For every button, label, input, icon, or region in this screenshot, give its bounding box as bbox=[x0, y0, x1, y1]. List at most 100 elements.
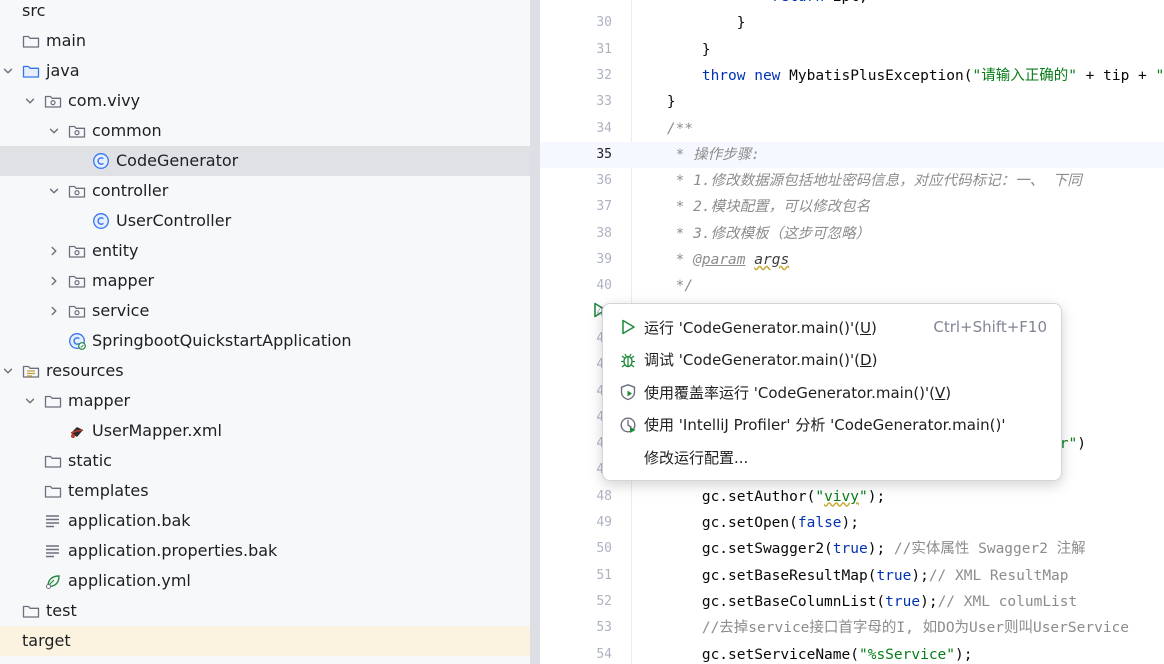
code-line[interactable]: 54 gc.setServiceName("%sService"); bbox=[540, 642, 1164, 664]
code-line[interactable]: 35 * 操作步骤: bbox=[540, 141, 1164, 169]
line-number: 33 bbox=[596, 94, 612, 110]
tree-item[interactable]: controller bbox=[0, 176, 530, 206]
tree-item[interactable]: mapper bbox=[0, 386, 530, 416]
popup-menu-item[interactable]: 使用 'IntelliJ Profiler' 分析 'CodeGenerator… bbox=[603, 409, 1061, 441]
tree-item[interactable]: UserMapper.xml bbox=[0, 416, 530, 446]
run-icon bbox=[618, 317, 638, 337]
text-file-icon bbox=[44, 542, 62, 560]
code-text: gc.setServiceName("%sService"); bbox=[632, 646, 973, 663]
mnemonic-key: U bbox=[860, 318, 871, 337]
popup-menu-item-label: 调试 'CodeGenerator.main()'(D) bbox=[644, 351, 878, 370]
tree-item[interactable]: service bbox=[0, 296, 530, 326]
tree-item-label: common bbox=[92, 121, 162, 140]
tree-item[interactable]: application.bak bbox=[0, 506, 530, 536]
chevron-placeholder bbox=[0, 633, 16, 649]
tree-item[interactable]: target bbox=[0, 626, 530, 656]
chevron-right-icon[interactable] bbox=[46, 303, 62, 319]
tree-item[interactable]: java bbox=[0, 56, 530, 86]
tree-item-label: target bbox=[22, 631, 71, 650]
project-tree[interactable]: src main java com.vivy common CodeGenerator co… bbox=[0, 0, 530, 664]
code-line[interactable]: 38 * 3.修改模板（这步可忽略） bbox=[540, 221, 1164, 247]
tree-item[interactable]: CodeGenerator bbox=[0, 146, 530, 176]
code-line[interactable]: 29 return ipt; bbox=[540, 0, 1164, 10]
tree-item[interactable]: UserController bbox=[0, 206, 530, 236]
chevron-placeholder bbox=[46, 333, 62, 349]
code-line[interactable]: 49 gc.setOpen(false); bbox=[540, 510, 1164, 536]
chevron-down-icon[interactable] bbox=[22, 93, 38, 109]
chevron-placeholder bbox=[22, 483, 38, 499]
line-number: 30 bbox=[596, 15, 612, 31]
tree-item[interactable]: mapper bbox=[0, 266, 530, 296]
folder-icon bbox=[44, 392, 62, 410]
chevron-placeholder bbox=[46, 423, 62, 439]
code-line[interactable]: 36 * 1.修改数据源包括地址密码信息，对应代码标记：一、 下同 bbox=[540, 168, 1164, 194]
chevron-down-icon[interactable] bbox=[46, 123, 62, 139]
chevron-down-icon[interactable] bbox=[0, 63, 16, 79]
package-icon bbox=[68, 302, 86, 320]
panel-splitter[interactable] bbox=[530, 0, 540, 664]
tree-item-label: service bbox=[92, 301, 150, 320]
chevron-down-icon[interactable] bbox=[0, 363, 16, 379]
code-line[interactable]: 31 } bbox=[540, 37, 1164, 63]
debug-icon bbox=[618, 350, 638, 370]
text-file-icon bbox=[44, 512, 62, 530]
package-icon bbox=[68, 122, 86, 140]
code-line[interactable]: 50 gc.setSwagger2(true); //实体属性 Swagger2… bbox=[540, 536, 1164, 562]
code-text: gc.setBaseColumnList(true);// XML columL… bbox=[632, 593, 1078, 610]
tree-item[interactable]: application.properties.bak bbox=[0, 536, 530, 566]
code-line[interactable]: 39 * @param args bbox=[540, 247, 1164, 273]
tree-item[interactable]: application.yml bbox=[0, 566, 530, 596]
popup-menu-item[interactable]: 运行 'CodeGenerator.main()'(U) Ctrl+Shift+F… bbox=[603, 311, 1061, 343]
code-line[interactable]: 52 gc.setBaseColumnList(true);// XML col… bbox=[540, 589, 1164, 615]
chevron-placeholder bbox=[22, 543, 38, 559]
chevron-down-icon[interactable] bbox=[46, 183, 62, 199]
code-line[interactable]: 30 } bbox=[540, 10, 1164, 36]
chevron-right-icon[interactable] bbox=[46, 273, 62, 289]
chevron-down-icon[interactable] bbox=[22, 393, 38, 409]
tree-item-label: test bbox=[46, 601, 77, 620]
line-number: 36 bbox=[596, 173, 612, 189]
tree-item-label: templates bbox=[68, 481, 149, 500]
folder-icon bbox=[22, 32, 40, 50]
code-line[interactable]: 32 throw new MybatisPlusException("请输入正确… bbox=[540, 63, 1164, 89]
tree-item[interactable]: SpringbootQuickstartApplication bbox=[0, 326, 530, 356]
code-line[interactable]: 37 * 2.模块配置，可以修改包名 bbox=[540, 194, 1164, 220]
tree-item-label: resources bbox=[46, 361, 124, 380]
source-folder-icon bbox=[22, 62, 40, 80]
tree-item-label: controller bbox=[92, 181, 169, 200]
package-icon bbox=[68, 242, 86, 260]
chevron-right-icon[interactable] bbox=[46, 243, 62, 259]
code-text: * 2.模块配置，可以修改包名 bbox=[675, 199, 871, 216]
tree-item[interactable]: src bbox=[0, 0, 530, 26]
popup-menu-item[interactable]: 使用覆盖率运行 'CodeGenerator.main()'(V) bbox=[603, 376, 1061, 408]
popup-menu-item[interactable]: 修改运行配置... bbox=[603, 441, 1061, 473]
popup-menu-item[interactable]: 调试 'CodeGenerator.main()'(D) bbox=[603, 344, 1061, 376]
mnemonic-key: D bbox=[860, 351, 872, 370]
code-line[interactable]: 34 /** bbox=[540, 116, 1164, 142]
tree-item[interactable]: common bbox=[0, 116, 530, 146]
code-line[interactable]: 48 gc.setAuthor("vivy"); bbox=[540, 484, 1164, 510]
package-icon bbox=[44, 92, 62, 110]
tree-item[interactable]: templates bbox=[0, 476, 530, 506]
run-context-popup: 运行 'CodeGenerator.main()'(U) Ctrl+Shift+F… bbox=[602, 303, 1062, 481]
code-text: * 1.修改数据源包括地址密码信息，对应代码标记：一、 下同 bbox=[675, 173, 1082, 190]
line-number: 31 bbox=[596, 41, 612, 57]
code-line[interactable]: 51 gc.setBaseResultMap(true);// XML Resu… bbox=[540, 563, 1164, 589]
code-text: //去掉service接口首字母的I, 如DO为User则叫UserServic… bbox=[701, 620, 1130, 637]
code-text: * @param args bbox=[675, 252, 790, 268]
tree-item[interactable]: entity bbox=[0, 236, 530, 266]
tree-item[interactable]: com.vivy bbox=[0, 86, 530, 116]
chevron-placeholder bbox=[0, 603, 16, 619]
tree-item[interactable]: static bbox=[0, 446, 530, 476]
code-line[interactable]: 33 } bbox=[540, 89, 1164, 115]
popup-menu-item-label: 使用 'IntelliJ Profiler' 分析 'CodeGenerator… bbox=[644, 416, 1006, 435]
code-line[interactable]: 53 //去掉service接口首字母的I, 如DO为User则叫UserSer… bbox=[540, 615, 1164, 641]
chevron-placeholder bbox=[22, 573, 38, 589]
tree-item-label: application.bak bbox=[68, 511, 191, 530]
code-line[interactable]: 40 */ bbox=[540, 273, 1164, 299]
tree-item[interactable]: test bbox=[0, 596, 530, 626]
code-text: return ipt; bbox=[632, 0, 868, 10]
code-text: /** bbox=[666, 120, 694, 137]
tree-item[interactable]: resources bbox=[0, 356, 530, 386]
tree-item[interactable]: main bbox=[0, 26, 530, 56]
